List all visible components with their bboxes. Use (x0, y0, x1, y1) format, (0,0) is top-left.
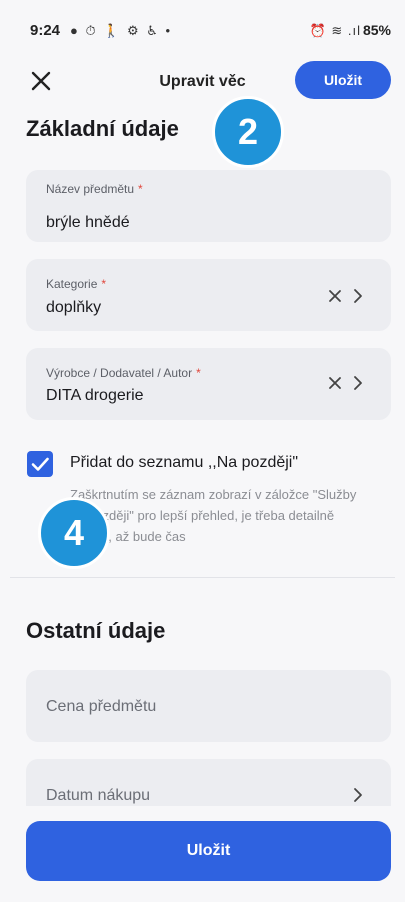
price-field[interactable]: Cena předmětu (26, 670, 391, 742)
divider (10, 577, 395, 578)
step-badge-4: 4 (38, 497, 110, 569)
manufacturer-value: DITA drogerie (46, 387, 144, 404)
later-checkbox-label[interactable]: Přidat do seznamu ,,Na později" (70, 454, 298, 472)
required-mark: * (138, 182, 143, 196)
app-header: Upravit věc Uložit (0, 56, 405, 108)
save-button-top[interactable]: Uložit (295, 61, 391, 99)
later-checkbox[interactable] (27, 451, 53, 477)
item-name-field[interactable]: Název předmětu * brýle hnědé (26, 170, 391, 242)
step-badge-2: 2 (212, 96, 284, 168)
checkmark-icon (31, 457, 49, 471)
section-title-other: Ostatní údaje (26, 618, 166, 643)
later-checkbox-help: Zaškrtnutím se záznam zobrazí v záložce … (70, 487, 357, 544)
item-name-value: brýle hnědé (46, 214, 130, 231)
manufacturer-field[interactable]: Výrobce / Dodavatel / Autor * DITA droger… (26, 348, 391, 420)
purchase-date-placeholder: Datum nákupu (46, 787, 151, 804)
save-button-bottom[interactable]: Uložit (26, 821, 391, 881)
category-value: doplňky (46, 299, 102, 316)
section-title-basic: Základní údaje (26, 116, 179, 141)
required-mark: * (101, 277, 107, 291)
status-time: 9:24 (30, 22, 61, 39)
battery-level: 85% (362, 22, 391, 38)
required-mark: * (196, 366, 201, 380)
manufacturer-label: Výrobce / Dodavatel / Autor * (46, 366, 201, 380)
category-label: Kategorie * (46, 277, 107, 291)
chevron-right-icon[interactable] (351, 288, 365, 304)
chevron-right-icon[interactable] (351, 787, 365, 803)
category-field[interactable]: Kategorie * doplňky (26, 259, 391, 331)
notification-icons: ● ⏱ 🚶 ⚙ ♿ • (70, 23, 173, 38)
clear-icon[interactable] (327, 375, 343, 391)
item-name-label: Název předmětu * (46, 182, 143, 196)
status-bar: 9:24 ● ⏱ 🚶 ⚙ ♿ • ⏰ ≋ .ıl 85% (0, 0, 405, 56)
price-placeholder: Cena předmětu (46, 698, 157, 715)
chevron-right-icon[interactable] (351, 375, 365, 391)
clear-icon[interactable] (327, 288, 343, 304)
signal-icons: ⏰ ≋ .ıl (309, 23, 361, 38)
